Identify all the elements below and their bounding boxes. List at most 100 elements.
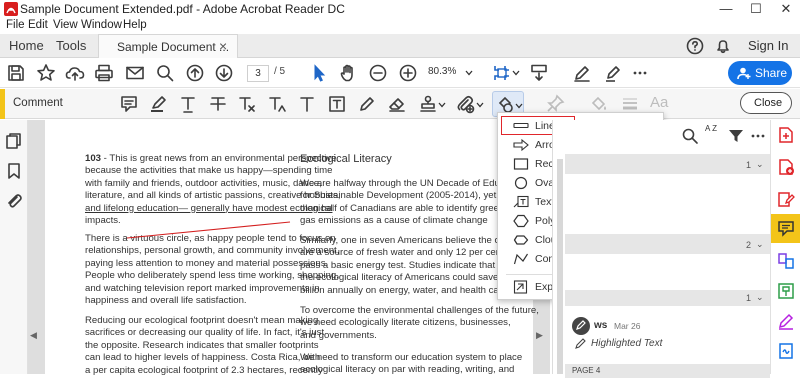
document-tab-close-icon[interactable]: × — [219, 38, 227, 54]
previous-page-icon[interactable] — [185, 63, 205, 83]
menu-view[interactable]: View — [53, 19, 78, 31]
search-icon[interactable] — [155, 63, 175, 83]
menu-edit[interactable]: Edit — [28, 19, 48, 31]
pencil-draw-icon[interactable] — [357, 94, 377, 114]
highlight-pen-icon[interactable] — [603, 63, 623, 83]
comment-tool-icon[interactable] — [777, 219, 795, 237]
tab-document[interactable]: Sample Document ... × — [98, 34, 238, 58]
page-group-header[interactable] — [565, 290, 770, 306]
send-for-signature-icon[interactable] — [777, 342, 795, 360]
sign-in-link[interactable]: Sign In — [748, 38, 788, 53]
print-icon[interactable] — [94, 63, 114, 83]
document-tab-label: Sample Document ... — [117, 40, 230, 54]
sticky-note-icon[interactable] — [119, 94, 139, 114]
upload-cloud-icon[interactable] — [65, 63, 85, 83]
tab-tools[interactable]: Tools — [56, 38, 86, 53]
text-callout-icon — [513, 195, 529, 208]
document-page: 103 - This is great news from an environ… — [45, 120, 539, 376]
page-comment-count: 2 — [746, 240, 752, 250]
tab-home[interactable]: Home — [9, 38, 44, 53]
highlighter-icon[interactable] — [148, 94, 168, 114]
attach-file-icon[interactable] — [455, 94, 475, 114]
page-thumbnails-icon[interactable] — [5, 132, 23, 150]
pin-icon[interactable] — [545, 94, 565, 114]
panel-search-icon[interactable] — [681, 127, 699, 145]
zoom-level[interactable]: 80.3% — [428, 66, 456, 77]
page-total: / 5 — [274, 66, 286, 77]
minimize-button[interactable]: — — [712, 0, 740, 18]
fill-sign-pen-icon[interactable] — [572, 63, 592, 83]
export-pdf-icon[interactable] — [777, 126, 795, 144]
help-icon[interactable] — [686, 37, 704, 55]
organize-pages-icon[interactable] — [777, 252, 795, 270]
close-comment-button[interactable]: Close — [740, 92, 792, 114]
highlight-comment-icon — [572, 317, 590, 335]
page-expand-chevron-icon[interactable]: ⌄ — [756, 239, 764, 250]
edit-pdf-icon[interactable] — [777, 190, 795, 208]
eraser-icon[interactable] — [387, 94, 407, 114]
comment-toolbar-label: Comment — [13, 97, 63, 109]
left-navigation-rail — [0, 120, 28, 374]
attachments-paperclip-icon[interactable] — [5, 192, 23, 210]
zoom-dropdown-chevron-icon[interactable] — [465, 70, 473, 76]
highlighted-text-pen-icon — [575, 338, 586, 349]
page-group-header[interactable] — [565, 234, 770, 254]
menu-help[interactable]: Help — [123, 19, 147, 31]
save-icon[interactable] — [6, 63, 26, 83]
replace-text-icon[interactable] — [237, 94, 257, 114]
stamp-icon[interactable] — [418, 94, 438, 114]
page-group-header[interactable] — [565, 154, 770, 174]
scroll-left-arrow-icon[interactable]: ◀ — [30, 330, 37, 341]
page-expand-chevron-icon[interactable]: ⌄ — [756, 292, 764, 303]
zoom-in-icon[interactable] — [398, 63, 418, 83]
page-expand-chevron-icon[interactable]: ⌄ — [756, 159, 764, 170]
line-weight-icon[interactable] — [620, 94, 640, 114]
panel-scrollbar[interactable] — [557, 159, 563, 374]
fill-sign-tool-icon[interactable] — [777, 312, 795, 330]
line-icon — [513, 122, 529, 129]
close-window-button[interactable]: ✕ — [772, 0, 800, 18]
share-button[interactable]: Share — [728, 61, 792, 85]
red-line-annotation[interactable] — [45, 120, 533, 374]
menu-file[interactable]: File — [6, 19, 25, 31]
maximize-button[interactable]: ☐ — [742, 0, 770, 18]
drawing-dropdown-chevron-icon — [515, 103, 523, 109]
underline-text-icon[interactable] — [178, 94, 198, 114]
attach-dropdown-chevron-icon[interactable] — [476, 102, 484, 108]
insert-text-icon[interactable] — [267, 94, 287, 114]
page-comment-count: 1 — [746, 293, 752, 303]
sort-az-icon[interactable]: A Z — [705, 125, 717, 133]
add-text-icon[interactable] — [297, 94, 317, 114]
main-toolbar: 3 / 5 80.3% Share — [0, 58, 800, 88]
create-pdf-icon[interactable] — [777, 158, 795, 176]
bookmarks-icon[interactable] — [5, 162, 23, 180]
expand-icon — [513, 280, 528, 294]
strikethrough-text-icon[interactable] — [208, 94, 228, 114]
rectangle-icon — [513, 158, 529, 170]
oval-icon — [514, 176, 528, 190]
fit-dropdown-chevron-icon[interactable] — [512, 70, 520, 76]
compress-pdf-icon[interactable] — [777, 282, 795, 300]
next-page-icon[interactable] — [214, 63, 234, 83]
stamp-dropdown-chevron-icon[interactable] — [438, 102, 446, 108]
comment-accent-bar — [0, 89, 5, 119]
text-box-icon[interactable] — [327, 94, 347, 114]
fill-color-icon[interactable] — [589, 94, 609, 114]
page-number-input[interactable]: 3 — [247, 65, 269, 82]
bookmark-star-icon[interactable] — [36, 63, 56, 83]
more-tools-icon[interactable] — [630, 63, 650, 83]
filter-funnel-icon[interactable] — [727, 127, 745, 145]
email-icon[interactable] — [125, 63, 145, 83]
select-cursor-icon[interactable] — [309, 63, 329, 83]
polygon-icon — [513, 214, 529, 228]
zoom-out-icon[interactable] — [368, 63, 388, 83]
fit-page-icon[interactable] — [492, 63, 512, 83]
hand-tool-icon[interactable] — [338, 63, 358, 83]
scrolling-mode-icon[interactable] — [529, 63, 549, 83]
close-comment-label: Close — [754, 97, 783, 109]
menu-window[interactable]: Window — [81, 19, 122, 31]
comment-type: Highlighted Text — [591, 338, 663, 349]
panel-more-options-icon[interactable] — [749, 127, 767, 145]
bell-icon[interactable] — [714, 37, 732, 55]
text-properties-icon[interactable]: Aa — [650, 94, 668, 111]
